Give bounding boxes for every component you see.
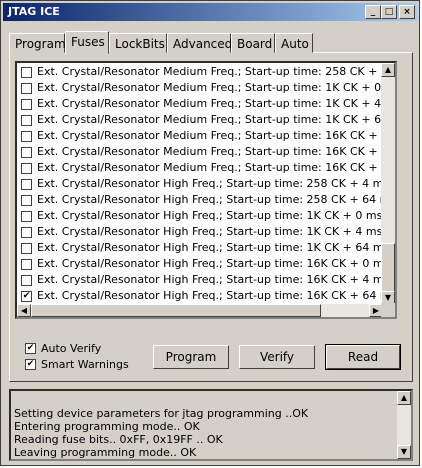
fuse-option-label: Ext. Crystal/Resonator Medium Freq.; Sta… [37, 97, 387, 110]
scroll-corner [381, 303, 395, 317]
fuse-checkbox[interactable] [21, 131, 32, 142]
maximize-button[interactable]: □ [381, 5, 397, 19]
status-log-scrollbar[interactable]: ▲ ▼ [397, 391, 411, 459]
program-button[interactable]: Program [153, 345, 229, 369]
fuse-checkbox[interactable] [21, 99, 32, 110]
auto-verify-label: Auto Verify [41, 342, 102, 355]
auto-verify-checkbox[interactable]: ✔ [25, 343, 36, 354]
fuse-option-label: Ext. Crystal/Resonator High Freq.; Start… [37, 273, 387, 286]
fuse-list-horizontal-scrollbar[interactable]: ◀ ▶ [17, 304, 383, 317]
title-bar[interactable]: JTAG ICE _ □ × [3, 3, 417, 21]
fuse-checkbox[interactable] [21, 259, 32, 270]
log-line: Entering programming mode.. OK [14, 420, 200, 433]
log-scroll-down-icon[interactable]: ▼ [397, 445, 411, 459]
fuse-checkbox[interactable] [21, 275, 32, 286]
tab-program[interactable]: Program [9, 33, 66, 53]
window-title: JTAG ICE [8, 5, 60, 18]
smart-warnings-checkbox[interactable]: ✔ [25, 359, 36, 370]
horizontal-scroll-thumb[interactable] [31, 304, 321, 317]
fuse-option-label: Ext. Crystal/Resonator Medium Freq.; Sta… [37, 81, 387, 94]
fuse-checkbox[interactable] [21, 83, 32, 94]
smart-warnings-label: Smart Warnings [41, 358, 129, 371]
fuse-option-label: Ext. Crystal/Resonator Medium Freq.; Sta… [37, 161, 387, 174]
fuse-option-label: Ext. Crystal/Resonator High Freq.; Start… [37, 289, 387, 302]
fuse-checkbox[interactable] [21, 211, 32, 222]
fuse-option-label: Ext. Crystal/Resonator High Freq.; Start… [37, 193, 387, 206]
tab-advanced[interactable]: Advanced [167, 33, 232, 53]
fuse-checkbox[interactable] [21, 227, 32, 238]
scroll-up-icon[interactable]: ▲ [381, 63, 395, 77]
fuse-option-label: Ext. Crystal/Resonator High Freq.; Start… [37, 257, 387, 270]
fuse-checkbox[interactable] [21, 179, 32, 190]
status-log[interactable]: Setting device parameters for jtag progr… [9, 389, 413, 461]
fuse-option-label: Ext. Crystal/Resonator Medium Freq.; Sta… [37, 113, 387, 126]
log-line: Leaving programming mode.. OK [14, 446, 197, 459]
log-line: Setting device parameters for jtag progr… [14, 407, 309, 420]
fuse-option-label: Ext. Crystal/Resonator Medium Freq.; Sta… [37, 65, 387, 78]
jtag-ice-window: JTAG ICE _ □ × Program Fuses LockBits Ad… [0, 0, 420, 466]
fuse-option-label: Ext. Crystal/Resonator Medium Freq.; Sta… [37, 129, 387, 142]
fuse-checkbox[interactable] [21, 243, 32, 254]
scroll-left-icon[interactable]: ◀ [17, 304, 31, 317]
fuse-option-label: Ext. Crystal/Resonator High Freq.; Start… [37, 241, 387, 254]
tab-auto[interactable]: Auto [275, 33, 313, 53]
verify-button[interactable]: Verify [239, 345, 315, 369]
close-button[interactable]: × [399, 5, 415, 19]
tab-fuses[interactable]: Fuses [65, 31, 109, 54]
vertical-scroll-thumb[interactable] [381, 243, 395, 293]
fuse-checkbox[interactable] [21, 115, 32, 126]
tab-board[interactable]: Board [231, 33, 275, 53]
fuse-list-items: Ext. Crystal/Resonator Medium Freq.; Sta… [17, 63, 387, 308]
fuse-checkbox[interactable] [21, 67, 32, 78]
read-button[interactable]: Read [325, 344, 401, 370]
fuse-option-label: Ext. Crystal/Resonator High Freq.; Start… [37, 177, 387, 190]
minimize-button[interactable]: _ [365, 5, 381, 19]
fuse-checkbox[interactable] [21, 147, 32, 158]
fuse-checkbox[interactable] [21, 195, 32, 206]
log-scroll-up-icon[interactable]: ▲ [397, 391, 411, 405]
status-log-text: Setting device parameters for jtag progr… [14, 407, 308, 459]
fuse-checkbox[interactable] [21, 163, 32, 174]
fuse-checkbox[interactable]: ✔ [21, 291, 32, 302]
tab-lockbits[interactable]: LockBits [109, 33, 167, 53]
log-line: Reading fuse bits.. 0xFF, 0x19FF .. OK [14, 433, 223, 446]
fuse-list[interactable]: Ext. Crystal/Resonator Medium Freq.; Sta… [15, 61, 397, 319]
fuse-option-label: Ext. Crystal/Resonator High Freq.; Start… [37, 225, 387, 238]
fuse-list-vertical-scrollbar[interactable]: ▲ ▼ [381, 63, 395, 305]
fuse-option-label: Ext. Crystal/Resonator Medium Freq.; Sta… [37, 145, 387, 158]
fuse-option-label: Ext. Crystal/Resonator High Freq.; Start… [37, 209, 387, 222]
